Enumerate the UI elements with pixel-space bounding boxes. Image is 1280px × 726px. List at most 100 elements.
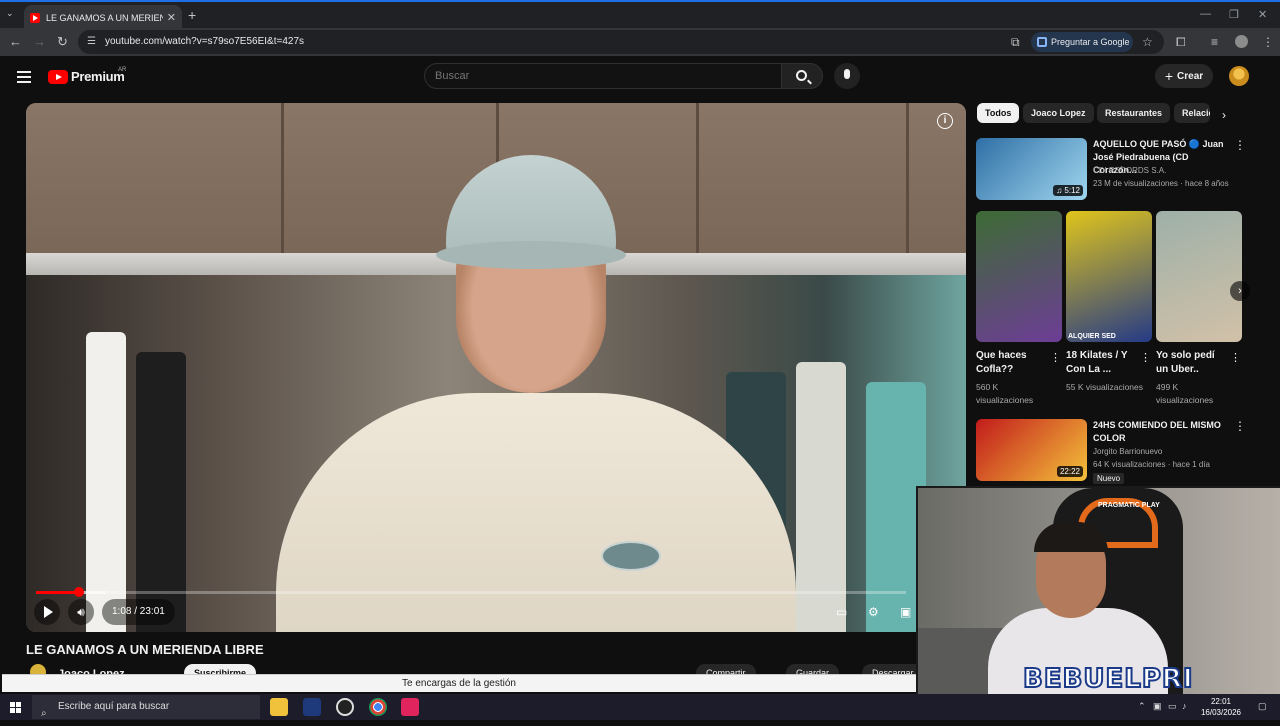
back-icon[interactable]: ←: [9, 34, 22, 49]
played-bar: [36, 591, 79, 594]
more-actions-icon[interactable]: ⋮: [1234, 138, 1246, 152]
clock-date: 16/03/2026: [1200, 708, 1242, 717]
create-button[interactable]: + Crear: [1155, 64, 1213, 88]
browser-tab-strip: ⌄ LE GANAMOS A UN MERIENDA LIBRE ✕ + — ❐…: [0, 0, 1280, 30]
site-info-icon[interactable]: ☰: [87, 36, 99, 48]
video-player[interactable]: i 🔊︎ 1:08 / 23:01 ▭ ⚙ ▣: [26, 103, 966, 632]
account-avatar[interactable]: [1229, 66, 1249, 86]
restore-icon[interactable]: ❐: [1229, 8, 1239, 21]
address-url[interactable]: youtube.com/watch?v=s79so7E56EI&t=427s: [105, 36, 304, 47]
bookmark-star-icon[interactable]: ☆: [1142, 35, 1153, 49]
voice-search-button[interactable]: [834, 63, 860, 89]
short-thumbnail[interactable]: [1156, 211, 1242, 342]
create-label: Crear: [1177, 70, 1204, 82]
short-caption: ALQUIER SED: [1068, 333, 1116, 340]
search-icon: [796, 70, 807, 81]
network-icon[interactable]: ▭: [1168, 701, 1177, 712]
streamer-name: BEBUELPRI: [1022, 663, 1194, 695]
media-control-icon[interactable]: ≡: [1211, 35, 1218, 49]
profile-avatar-icon[interactable]: [1235, 35, 1248, 48]
chip-related[interactable]: Relacionado: [1174, 103, 1210, 123]
tray-chevron-icon[interactable]: ⌃: [1138, 701, 1146, 712]
close-window-icon[interactable]: ✕: [1258, 8, 1267, 21]
taskbar-search-placeholder: Escribe aquí para buscar: [58, 701, 170, 712]
time-display: 1:08 / 23:01: [102, 599, 175, 625]
search-box[interactable]: [424, 63, 782, 89]
search-button[interactable]: [781, 63, 823, 89]
video-shirt-logo: [601, 541, 661, 571]
more-actions-icon[interactable]: ⋮: [1230, 351, 1241, 364]
speaker-icon[interactable]: ♪: [1182, 701, 1187, 711]
country-code: AR: [118, 67, 127, 73]
youtube-premium-logo[interactable]: Premium AR: [48, 67, 127, 84]
notification-bar[interactable]: Te encargas de la gestión: [2, 674, 916, 692]
new-badge: Nuevo: [1093, 473, 1125, 484]
subtitles-icon[interactable]: ▭: [836, 605, 852, 619]
reload-icon[interactable]: ↻: [57, 34, 68, 50]
short-title[interactable]: Yo solo pedí un Uber..: [1156, 349, 1226, 377]
short-thumbnail[interactable]: ALQUIER SED: [1066, 211, 1152, 342]
obs-icon[interactable]: [336, 698, 354, 716]
recommendation-item[interactable]: 22:22 24HS COMIENDO DEL MISMO COLOR Jorg…: [976, 419, 1266, 484]
tiktok-icon[interactable]: [401, 698, 419, 716]
guide-menu-icon[interactable]: [17, 71, 31, 83]
play-button[interactable]: [34, 599, 60, 625]
recommendation-title[interactable]: 24HS COMIENDO DEL MISMO COLOR: [1093, 419, 1233, 445]
minimize-icon[interactable]: —: [1200, 8, 1211, 20]
recommendation-thumbnail[interactable]: ♫ 5:12: [976, 138, 1087, 200]
ask-google-label: Preguntar a Google: [1051, 37, 1130, 47]
progress-bar[interactable]: [36, 587, 906, 597]
duration-badge: 22:22: [1056, 466, 1083, 477]
clock-time: 22:01: [1210, 697, 1232, 706]
tab-search-chevron-icon[interactable]: ⌄: [6, 8, 14, 19]
notifications-icon[interactable]: ▢: [1258, 701, 1267, 712]
new-tab-button[interactable]: +: [188, 7, 196, 23]
scrubber-handle[interactable]: [73, 587, 84, 597]
chip-all[interactable]: Todos: [977, 103, 1020, 123]
theater-mode-icon[interactable]: ▣: [900, 605, 916, 619]
forward-icon[interactable]: →: [33, 34, 46, 49]
recommendation-channel[interactable]: Jorgito Barrionuevo: [1093, 447, 1162, 456]
tab-close-icon[interactable]: ✕: [167, 11, 176, 24]
browser-tab[interactable]: LE GANAMOS A UN MERIENDA LIBRE ✕: [24, 5, 182, 30]
address-bar[interactable]: ☰ youtube.com/watch?v=s79so7E56EI&t=427s: [78, 30, 1164, 54]
volume-icon[interactable]: 🔊︎: [68, 599, 94, 625]
chair-brand-text: PRAGMATIC PLAY: [1098, 502, 1160, 509]
short-title[interactable]: 18 Kilates / Y Con La ...: [1066, 349, 1136, 377]
taskbar-search[interactable]: ⌕ Escribe aquí para buscar: [32, 695, 260, 719]
windows-start-icon[interactable]: [10, 702, 22, 714]
extensions-icon[interactable]: ⧠: [1176, 35, 1186, 50]
short-views: 499 K visualizaciones: [1156, 382, 1214, 405]
recommendation-meta: 64 K visualizaciones · hace 1 día: [1093, 460, 1210, 469]
tray-app-icon[interactable]: ▣: [1153, 701, 1162, 712]
taskbar-clock[interactable]: 22:01 16/03/2026: [1192, 696, 1250, 718]
short-title[interactable]: Que haces Cofla??: [976, 349, 1046, 377]
chips-next-chevron-icon[interactable]: ›: [1222, 108, 1226, 122]
cast-icon[interactable]: ⧉: [1011, 35, 1020, 50]
shorts-next-chevron-icon[interactable]: ›: [1230, 281, 1250, 301]
search-input[interactable]: [435, 70, 755, 82]
youtube-favicon-icon: [30, 12, 40, 23]
browser-menu-icon[interactable]: ⋮: [1262, 35, 1274, 49]
more-actions-icon[interactable]: ⋮: [1234, 419, 1246, 433]
info-icon[interactable]: i: [937, 113, 953, 129]
short-views: 55 K visualizaciones: [1066, 382, 1144, 392]
ask-google-button[interactable]: Preguntar a Google: [1031, 32, 1133, 52]
recommendation-meta: 23 M de visualizaciones · hace 8 años: [1093, 179, 1229, 188]
plus-icon: +: [1164, 68, 1174, 84]
short-thumbnail[interactable]: [976, 211, 1062, 342]
more-actions-icon[interactable]: ⋮: [1050, 351, 1061, 364]
video-person-cap-brim: [436, 241, 626, 269]
more-actions-icon[interactable]: ⋮: [1140, 351, 1151, 364]
recommendation-channel[interactable]: CDI RECORDS S.A.: [1093, 166, 1166, 175]
video-title: LE GANAMOS A UN MERIENDA LIBRE: [26, 642, 264, 657]
recommendation-thumbnail[interactable]: 22:22: [976, 419, 1087, 481]
chip-joaco-lopez[interactable]: Joaco Lopez: [1023, 103, 1094, 123]
settings-gear-icon[interactable]: ⚙: [868, 605, 884, 619]
chip-restaurants[interactable]: Restaurantes: [1097, 103, 1171, 123]
chrome-icon[interactable]: [369, 698, 387, 716]
file-explorer-icon[interactable]: [270, 698, 288, 716]
recommendation-item[interactable]: ♫ 5:12 AQUELLO QUE PASÓ 🔵 Juan José Pied…: [976, 138, 1266, 200]
app-pinned-icon[interactable]: [303, 698, 321, 716]
microphone-icon: [844, 69, 850, 79]
